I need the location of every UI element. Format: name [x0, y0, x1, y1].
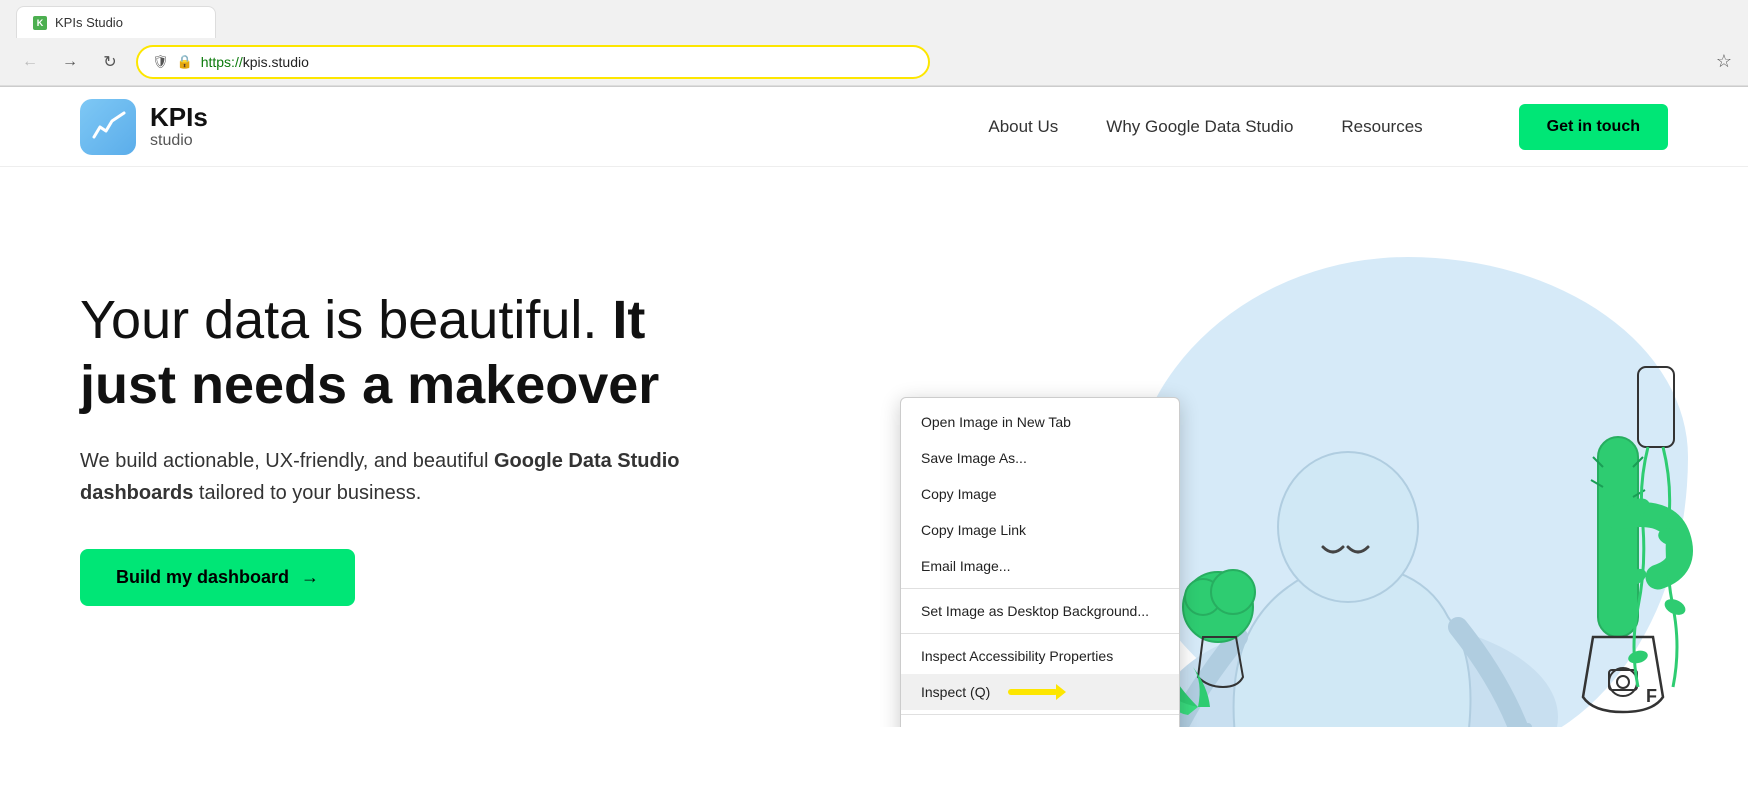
logo-studio: studio [150, 132, 208, 150]
context-menu-accessibility[interactable]: Inspect Accessibility Properties [901, 638, 1179, 674]
address-bar[interactable]: 🛡 🔒 https://kpis.studio [136, 45, 930, 79]
context-menu: Open Image in New Tab Save Image As... C… [900, 397, 1180, 727]
context-menu-save-image[interactable]: Save Image As... [901, 440, 1179, 476]
nav-resources[interactable]: Resources [1341, 117, 1422, 137]
get-in-touch-button[interactable]: Get in touch [1519, 104, 1668, 150]
hero-heading: Your data is beautiful. It just needs a … [80, 288, 700, 418]
website-content: KPIs studio About Us Why Google Data Stu… [0, 87, 1748, 727]
nav-about-us[interactable]: About Us [988, 117, 1058, 137]
reload-button[interactable]: ↻ [96, 48, 124, 76]
site-navigation: KPIs studio About Us Why Google Data Stu… [0, 87, 1748, 167]
context-menu-copy-image[interactable]: Copy Image [901, 476, 1179, 512]
context-menu-divider-1 [901, 588, 1179, 589]
tab-bar: K KPIs Studio [0, 0, 1748, 38]
lock-icon: 🔒 [177, 54, 193, 70]
context-menu-set-background[interactable]: Set Image as Desktop Background... [901, 593, 1179, 629]
context-menu-email-image[interactable]: Email Image... [901, 548, 1179, 584]
hero-text: Your data is beautiful. It just needs a … [80, 288, 700, 607]
bookmark-star-button[interactable]: ☆ [1716, 51, 1732, 72]
logo-area: KPIs studio [80, 99, 208, 155]
logo-icon [80, 99, 136, 155]
browser-tab[interactable]: K KPIs Studio [16, 6, 216, 38]
context-menu-divider-3 [901, 714, 1179, 715]
svg-text:F: F [1646, 686, 1657, 706]
context-menu-copy-image-link[interactable]: Copy Image Link [901, 512, 1179, 548]
hero-heading-part1: Your data is beautiful. [80, 290, 612, 350]
tab-title: KPIs Studio [55, 15, 123, 30]
save-image-label: Save Image As... [921, 450, 1027, 466]
email-image-label: Email Image... [921, 558, 1010, 574]
context-menu-translate[interactable]: 🌐 Translate this page (auto/en) [901, 719, 1179, 727]
nav-why-google[interactable]: Why Google Data Studio [1106, 117, 1293, 137]
accessibility-label: Inspect Accessibility Properties [921, 648, 1113, 664]
browser-chrome: K KPIs Studio ← → ↻ 🛡 🔒 https://kpis.stu… [0, 0, 1748, 87]
open-image-label: Open Image in New Tab [921, 414, 1071, 430]
copy-image-link-label: Copy Image Link [921, 522, 1026, 538]
set-background-label: Set Image as Desktop Background... [921, 603, 1149, 619]
context-menu-divider-2 [901, 633, 1179, 634]
hero-btn-arrow: → [301, 567, 319, 588]
copy-image-label: Copy Image [921, 486, 996, 502]
logo-text: KPIs studio [150, 103, 208, 149]
context-menu-inspect[interactable]: Inspect (Q) [901, 674, 1179, 710]
context-menu-open-image[interactable]: Open Image in New Tab [901, 404, 1179, 440]
hero-sub-part2: tailored to your business. [193, 482, 421, 504]
shield-icon: 🛡 [152, 54, 169, 70]
build-dashboard-button[interactable]: Build my dashboard → [80, 549, 355, 606]
logo-kpis: KPIs [150, 103, 208, 132]
hero-subtext: We build actionable, UX-friendly, and be… [80, 445, 700, 509]
hero-sub-part1: We build actionable, UX-friendly, and be… [80, 450, 494, 472]
forward-button[interactable]: → [56, 48, 84, 76]
browser-toolbar: ← → ↻ 🛡 🔒 https://kpis.studio ☆ [0, 38, 1748, 86]
yellow-arrow-indicator [1008, 689, 1058, 695]
nav-links: About Us Why Google Data Studio Resource… [988, 104, 1668, 150]
tab-favicon: K [33, 16, 47, 30]
hero-btn-label: Build my dashboard [116, 567, 289, 588]
inspect-label: Inspect (Q) [921, 684, 990, 700]
address-url: https://kpis.studio [201, 54, 914, 70]
back-button[interactable]: ← [16, 48, 44, 76]
hero-section: Your data is beautiful. It just needs a … [0, 167, 1748, 727]
